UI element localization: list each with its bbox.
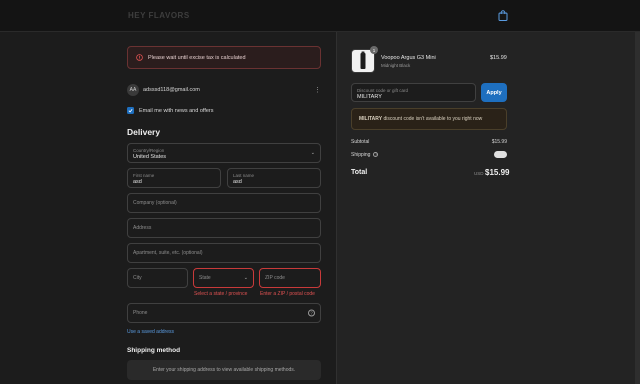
last-name-label: Last name: [233, 173, 255, 178]
vape-device-image: [360, 51, 366, 69]
phone-field[interactable]: Phone ?: [127, 303, 321, 323]
newsletter-label: Email me with news and offers: [139, 107, 214, 114]
subtotal-label: Subtotal: [351, 139, 370, 145]
discount-message-text: discount code isn't available to you rig…: [382, 116, 483, 122]
scrollbar[interactable]: [635, 32, 640, 384]
saved-address-link[interactable]: Use a saved address: [127, 329, 174, 335]
apartment-field[interactable]: Apartment, suite, etc. (optional): [127, 243, 321, 263]
total-label: Total: [351, 169, 368, 176]
apply-button[interactable]: Apply: [481, 83, 507, 102]
apartment-placeholder: Apartment, suite, etc. (optional): [133, 250, 203, 256]
product-variant: Midnight Black: [381, 63, 411, 68]
country-label: Country/Region: [133, 148, 165, 153]
discount-code-field[interactable]: Discount code or gift card MILITARY: [351, 83, 476, 102]
city-placeholder: City: [133, 275, 142, 281]
state-select[interactable]: State ⌄: [193, 268, 254, 288]
phone-placeholder: Phone: [133, 310, 148, 316]
product-name: Voopoo Argus G3 Mini: [381, 55, 436, 61]
product-price: $15.99: [490, 55, 507, 61]
chevron-down-icon: ⌄: [310, 150, 315, 156]
first-name-field[interactable]: First name asd: [127, 168, 221, 188]
newsletter-option[interactable]: Email me with news and offers: [127, 107, 214, 114]
shipping-row: Shipping?: [351, 152, 379, 158]
chevron-down-icon: ⌄: [243, 275, 248, 281]
quantity-badge: 1: [370, 46, 378, 54]
subtotal-value: $15.99: [491, 139, 507, 145]
account-row: AA adsssd118@gmail.com ⋮: [127, 83, 321, 97]
info-icon[interactable]: ?: [373, 152, 379, 158]
first-name-label: First name: [133, 173, 155, 178]
discount-value: MILITARY: [357, 94, 382, 100]
state-placeholder: State: [199, 275, 211, 281]
alert-text: Please wait until excise tax is calculat…: [148, 54, 246, 61]
total-currency: USD: [474, 171, 484, 176]
newsletter-checkbox[interactable]: [127, 107, 134, 114]
shipping-method-heading: Shipping method: [127, 347, 181, 354]
country-select[interactable]: Country/Region United States ⌄: [127, 143, 321, 163]
company-placeholder: Company (optional): [133, 200, 177, 206]
discount-message-code: MILITARY: [359, 116, 383, 122]
last-name-value: asd: [233, 179, 242, 185]
top-header: HEY FLAVORS: [0, 0, 640, 32]
checkmark-icon: [128, 108, 133, 113]
zip-field[interactable]: ZIP code: [259, 268, 321, 288]
country-value: United States: [133, 154, 167, 160]
question-icon[interactable]: ?: [308, 309, 315, 317]
address-placeholder: Address: [133, 225, 152, 231]
city-field[interactable]: City: [127, 268, 188, 288]
address-field[interactable]: Address: [127, 218, 321, 238]
company-field[interactable]: Company (optional): [127, 193, 321, 213]
state-error: Select a state / province: [194, 291, 248, 297]
zip-error: Enter a ZIP / postal code: [260, 291, 315, 297]
discount-message: MILITARY discount code isn't available t…: [351, 108, 507, 130]
excise-tax-alert: Please wait until excise tax is calculat…: [127, 46, 321, 69]
avatar: AA: [127, 84, 139, 96]
first-name-value: asd: [133, 179, 142, 185]
shopping-bag-icon[interactable]: [498, 10, 508, 21]
error-circle-icon: [136, 54, 143, 61]
store-logo[interactable]: HEY FLAVORS: [128, 11, 190, 20]
shipping-method-placeholder: Enter your shipping address to view avai…: [127, 360, 321, 380]
shipping-label: Shipping: [351, 152, 371, 158]
account-menu-icon[interactable]: ⋮: [314, 86, 321, 94]
last-name-field[interactable]: Last name asd: [227, 168, 321, 188]
account-email: adsssd118@gmail.com: [143, 87, 200, 93]
discount-label: Discount code or gift card: [357, 88, 409, 93]
shipping-placeholder-text: Enter your shipping address to view avai…: [152, 367, 296, 373]
shipping-placeholder-bar: [494, 151, 507, 158]
total-value: $15.99: [485, 168, 510, 177]
zip-placeholder: ZIP code: [265, 275, 285, 281]
delivery-heading: Delivery: [127, 127, 161, 137]
